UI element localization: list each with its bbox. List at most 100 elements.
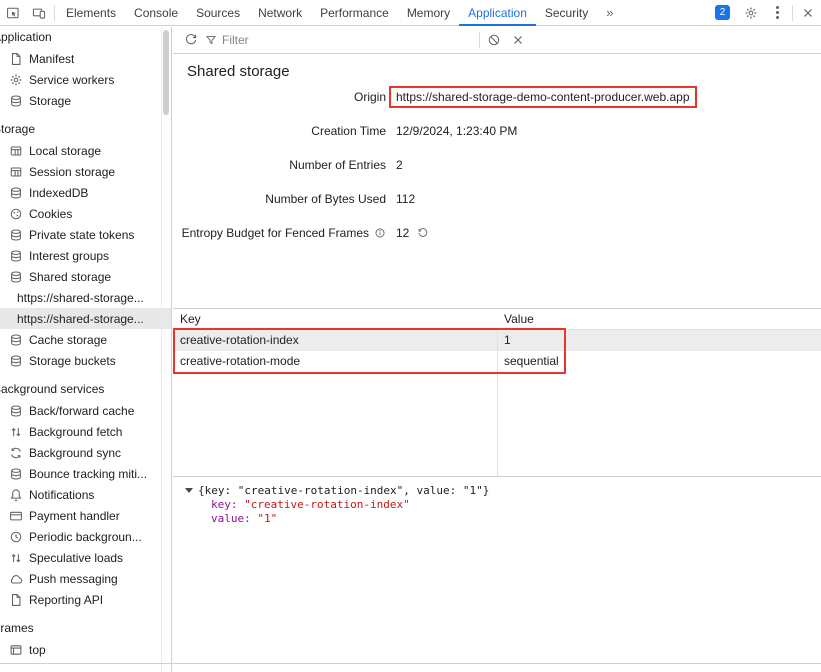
sync-icon (9, 446, 23, 460)
sidebar-item-shared-storage[interactable]: Shared storage (0, 266, 171, 287)
tab-application[interactable]: Application (459, 0, 536, 26)
card-icon (9, 509, 23, 523)
sidebar-item-push-messaging[interactable]: Push messaging (0, 568, 171, 589)
close-devtools-button[interactable] (795, 0, 821, 26)
object-property-value: value: "1" (185, 512, 821, 525)
delete-all-button[interactable] (482, 28, 506, 52)
sidebar-item-payment-handler[interactable]: Payment handler (0, 505, 171, 526)
bytes-used-label: Number of Bytes Used (173, 192, 386, 206)
sidebar-item-back-forward-cache[interactable]: Back/forward cache (0, 400, 171, 421)
inspect-element-button[interactable] (0, 0, 26, 26)
close-icon (511, 33, 525, 47)
database-icon (9, 186, 23, 200)
sidebar-item-cookies[interactable]: Cookies (0, 203, 171, 224)
reset-budget-icon[interactable] (417, 227, 429, 239)
database-icon (9, 333, 23, 347)
arrows-up-down-icon (9, 425, 23, 439)
table-icon (9, 165, 23, 179)
inspect-cursor-icon (6, 6, 20, 20)
refresh-button[interactable] (179, 28, 203, 52)
arrows-up-down-icon (9, 551, 23, 565)
filter-funnel-icon (205, 34, 217, 46)
column-header-key[interactable]: Key (173, 309, 497, 329)
sidebar-item-frame-top[interactable]: top (0, 639, 171, 660)
origin-value: https://shared-storage-demo-content-prod… (396, 90, 690, 104)
sidebar-item-session-storage[interactable]: Session storage (0, 161, 171, 182)
column-header-value[interactable]: Value (497, 309, 821, 329)
entropy-budget-value: 12 (396, 226, 409, 240)
filter-box (205, 33, 477, 47)
divider (792, 5, 793, 21)
bell-icon (9, 488, 23, 502)
device-toolbar-button[interactable] (26, 0, 52, 26)
sidebar-item-periodic-background-sync[interactable]: Periodic backgroun... (0, 526, 171, 547)
tab-memory[interactable]: Memory (398, 0, 459, 26)
database-icon (9, 228, 23, 242)
sidebar-section-frames[interactable]: Frames (0, 618, 171, 639)
service-worker-gear-icon (9, 73, 23, 87)
tab-network[interactable]: Network (249, 0, 311, 26)
creation-time-label: Creation Time (173, 124, 386, 138)
sidebar-item-shared-storage-origin-1[interactable]: https://shared-storage... (0, 287, 171, 308)
sidebar-item-background-sync[interactable]: Background sync (0, 442, 171, 463)
tab-console[interactable]: Console (125, 0, 187, 26)
cell-value: sequential (497, 351, 821, 372)
database-icon (9, 249, 23, 263)
devices-icon (32, 6, 46, 20)
sidebar-item-service-workers[interactable]: Service workers (0, 69, 171, 90)
database-icon (9, 467, 23, 481)
sidebar-item-cache-storage[interactable]: Cache storage (0, 329, 171, 350)
metadata-section: Origin https://shared-storage-demo-conte… (173, 80, 821, 250)
sidebar-item-storage[interactable]: Storage (0, 90, 171, 111)
cell-key: creative-rotation-index (173, 330, 497, 351)
database-icon (9, 404, 23, 418)
metadata-row-origin: Origin https://shared-storage-demo-conte… (173, 80, 821, 114)
info-icon[interactable] (374, 227, 386, 239)
sidebar-section-storage[interactable]: Storage (0, 119, 171, 140)
sidebar-item-interest-groups[interactable]: Interest groups (0, 245, 171, 266)
sidebar-scrollbar-thumb[interactable] (163, 30, 169, 115)
devtools-menu-button[interactable] (764, 0, 790, 26)
sidebar-item-indexeddb[interactable]: IndexedDB (0, 182, 171, 203)
table-icon (9, 144, 23, 158)
sidebar-item-reporting-api[interactable]: Reporting API (0, 589, 171, 610)
database-icon (9, 94, 23, 108)
tab-performance[interactable]: Performance (311, 0, 398, 26)
clock-icon (9, 530, 23, 544)
tab-sources[interactable]: Sources (187, 0, 249, 26)
settings-button[interactable] (738, 0, 764, 26)
block-icon (487, 33, 501, 47)
metadata-row-creation-time: Creation Time 12/9/2024, 1:23:40 PM (173, 114, 821, 148)
sidebar-item-bounce-tracking[interactable]: Bounce tracking miti... (0, 463, 171, 484)
sidebar-item-private-state-tokens[interactable]: Private state tokens (0, 224, 171, 245)
sidebar-item-background-fetch[interactable]: Background fetch (0, 421, 171, 442)
expand-triangle-icon[interactable] (185, 488, 193, 493)
console-messages-badge[interactable]: 2 (715, 5, 730, 20)
sidebar-item-speculative-loads[interactable]: Speculative loads (0, 547, 171, 568)
tab-security[interactable]: Security (536, 0, 597, 26)
sidebar-item-local-storage[interactable]: Local storage (0, 140, 171, 161)
delete-selected-button[interactable] (506, 28, 530, 52)
entries-value: 2 (396, 158, 403, 172)
shared-storage-toolbar (173, 27, 821, 54)
devtools-tab-bar: Elements Console Sources Network Perform… (0, 0, 821, 26)
refresh-icon (184, 33, 198, 47)
sidebar-item-notifications[interactable]: Notifications (0, 484, 171, 505)
creation-time-value: 12/9/2024, 1:23:40 PM (396, 124, 517, 138)
page-title: Shared storage (187, 63, 821, 80)
sidebar-item-manifest[interactable]: Manifest (0, 48, 171, 69)
sidebar-section-background-services[interactable]: Background services (0, 379, 171, 400)
shared-storage-view: Shared storage Origin https://shared-sto… (173, 55, 821, 672)
scrollbar-gutter (161, 27, 162, 672)
annotation-box-origin: https://shared-storage-demo-content-prod… (389, 86, 697, 108)
sidebar-section-application[interactable]: Application (0, 27, 171, 48)
filter-input[interactable] (222, 33, 477, 47)
sidebar-item-storage-buckets[interactable]: Storage buckets (0, 350, 171, 371)
more-tabs-button[interactable]: » (597, 0, 622, 26)
divider (479, 32, 480, 48)
sidebar-item-shared-storage-origin-2[interactable]: https://shared-storage... (0, 308, 171, 329)
tab-elements[interactable]: Elements (57, 0, 125, 26)
database-icon (9, 270, 23, 284)
application-panel-sidebar: Application Manifest Service workers Sto… (0, 27, 172, 672)
column-divider[interactable] (497, 309, 498, 476)
